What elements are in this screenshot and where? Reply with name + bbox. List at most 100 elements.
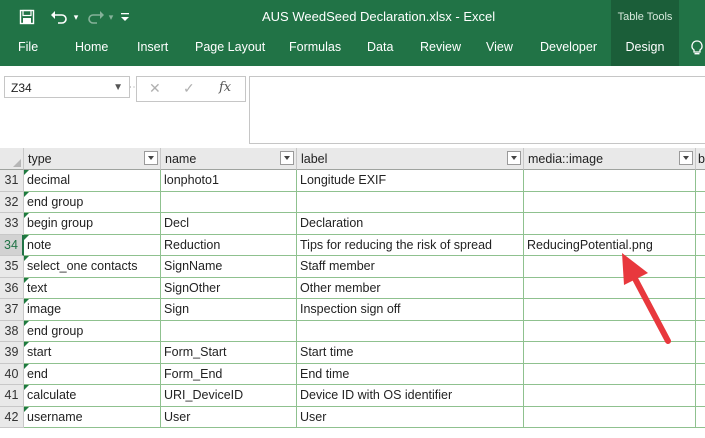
table-cell[interactable]: ReducingPotential.png <box>524 234 696 256</box>
table-cell[interactable]: decimal <box>24 170 161 192</box>
table-cell[interactable]: select_one contacts <box>24 256 161 278</box>
row-header[interactable]: 40 <box>0 363 24 385</box>
table-cell[interactable] <box>524 191 696 213</box>
filter-dropdown-icon[interactable] <box>280 151 294 165</box>
table-cell[interactable]: text <box>24 277 161 299</box>
redo-icon[interactable] <box>84 0 108 34</box>
table-cell[interactable] <box>696 407 705 428</box>
row-header[interactable]: 42 <box>0 406 24 428</box>
tab-data[interactable]: Data <box>367 34 393 66</box>
table-cell[interactable]: username <box>24 406 161 428</box>
filter-dropdown-icon[interactable] <box>507 151 521 165</box>
check-icon[interactable]: ✓ <box>183 80 195 97</box>
table-cell[interactable] <box>696 342 705 364</box>
table-cell[interactable]: end group <box>24 191 161 213</box>
lightbulb-icon[interactable] <box>690 40 704 56</box>
row-header[interactable]: 34 <box>0 234 24 256</box>
tab-developer[interactable]: Developer <box>540 34 597 66</box>
table-cell[interactable] <box>161 320 297 342</box>
table-cell[interactable]: end group <box>24 320 161 342</box>
name-box[interactable]: Z34 ▼ <box>4 76 130 98</box>
tab-page-layout[interactable]: Page Layout <box>195 34 265 66</box>
row-header[interactable]: 32 <box>0 191 24 213</box>
column-header-type[interactable]: type <box>24 148 161 170</box>
name-box-dropdown-icon[interactable]: ▼ <box>113 77 123 99</box>
table-cell[interactable] <box>696 278 705 299</box>
row-header[interactable]: 37 <box>0 299 24 321</box>
table-cell[interactable]: End time <box>297 363 524 385</box>
row-header[interactable]: 33 <box>0 213 24 235</box>
table-cell[interactable]: note <box>24 234 161 256</box>
column-header-label[interactable]: label <box>297 148 524 170</box>
table-cell[interactable]: Sign <box>161 299 297 321</box>
row-header[interactable]: 36 <box>0 277 24 299</box>
table-cell[interactable]: Declaration <box>297 213 524 235</box>
table-cell[interactable]: Staff member <box>297 256 524 278</box>
cancel-icon[interactable]: ✕ <box>149 80 161 97</box>
table-cell[interactable]: SignOther <box>161 277 297 299</box>
column-header-media-image[interactable]: media::image <box>524 148 696 170</box>
table-cell[interactable] <box>696 235 705 256</box>
column-header-name[interactable]: name <box>161 148 297 170</box>
table-cell[interactable]: Other member <box>297 277 524 299</box>
table-cell[interactable]: Form_Start <box>161 342 297 364</box>
column-header-b[interactable]: b <box>696 148 705 170</box>
table-cell[interactable] <box>696 321 705 342</box>
table-cell[interactable]: Reduction <box>161 234 297 256</box>
tab-design[interactable]: Design <box>611 34 679 66</box>
redo-dropdown-icon[interactable]: ▾ <box>106 0 116 34</box>
table-cell[interactable]: end <box>24 363 161 385</box>
table-cell[interactable]: lonphoto1 <box>161 170 297 192</box>
table-cell[interactable] <box>524 320 696 342</box>
filter-dropdown-icon[interactable] <box>144 151 158 165</box>
tab-review[interactable]: Review <box>420 34 461 66</box>
table-cell[interactable]: begin group <box>24 213 161 235</box>
table-cell[interactable] <box>524 406 696 428</box>
table-cell[interactable]: Inspection sign off <box>297 299 524 321</box>
row-header[interactable]: 31 <box>0 170 24 192</box>
table-cell[interactable]: Form_End <box>161 363 297 385</box>
table-cell[interactable] <box>524 299 696 321</box>
table-cell[interactable]: URI_DeviceID <box>161 385 297 407</box>
insert-function-icon[interactable]: fx <box>219 80 231 95</box>
table-cell[interactable] <box>696 299 705 321</box>
table-cell[interactable] <box>696 364 705 385</box>
table-cell[interactable]: calculate <box>24 385 161 407</box>
table-cell[interactable]: Tips for reducing the risk of spread <box>297 234 524 256</box>
table-cell[interactable] <box>524 363 696 385</box>
table-cell[interactable]: SignName <box>161 256 297 278</box>
table-cell[interactable]: User <box>161 406 297 428</box>
table-cell[interactable] <box>524 342 696 364</box>
tab-formulas[interactable]: Formulas <box>289 34 341 66</box>
table-cell[interactable] <box>524 277 696 299</box>
table-cell[interactable] <box>297 320 524 342</box>
table-cell[interactable]: Longitude EXIF <box>297 170 524 192</box>
table-cell[interactable] <box>524 170 696 192</box>
table-cell[interactable]: User <box>297 406 524 428</box>
table-cell[interactable] <box>696 213 705 235</box>
table-cell[interactable] <box>524 213 696 235</box>
table-cell[interactable]: image <box>24 299 161 321</box>
row-header[interactable]: 39 <box>0 342 24 364</box>
table-cell[interactable] <box>524 385 696 407</box>
table-cell[interactable] <box>696 170 705 192</box>
table-cell[interactable] <box>696 385 705 407</box>
select-all-corner[interactable] <box>0 148 24 170</box>
table-cell[interactable]: Device ID with OS identifier <box>297 385 524 407</box>
row-header[interactable]: 41 <box>0 385 24 407</box>
table-cell[interactable] <box>696 256 705 278</box>
tab-insert[interactable]: Insert <box>137 34 168 66</box>
table-cell[interactable]: Start time <box>297 342 524 364</box>
undo-icon[interactable] <box>46 0 72 34</box>
tab-file[interactable]: File <box>18 34 38 66</box>
save-icon[interactable] <box>14 0 40 34</box>
filter-dropdown-icon[interactable] <box>679 151 693 165</box>
table-cell[interactable]: Decl <box>161 213 297 235</box>
table-cell[interactable] <box>696 192 705 213</box>
table-cell[interactable] <box>524 256 696 278</box>
tab-view[interactable]: View <box>486 34 513 66</box>
table-cell[interactable] <box>161 191 297 213</box>
table-cell[interactable]: start <box>24 342 161 364</box>
row-header[interactable]: 38 <box>0 320 24 342</box>
formula-input[interactable] <box>249 76 705 144</box>
